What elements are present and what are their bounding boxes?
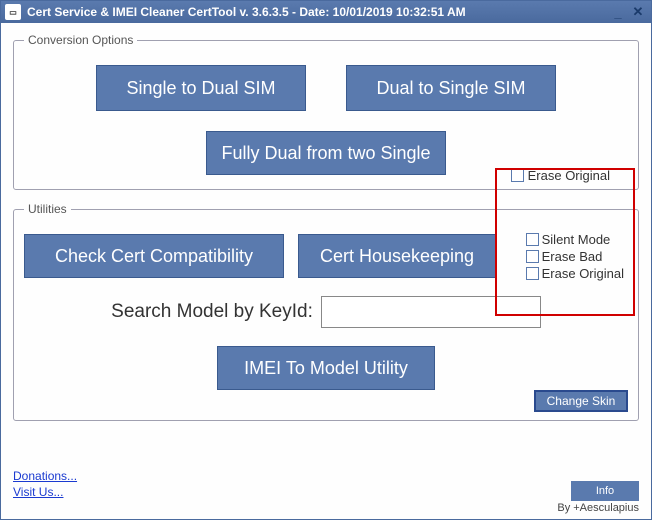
footer: Donations... Visit Us... Info By +Aescul… (13, 469, 639, 513)
imei-to-model-button[interactable]: IMEI To Model Utility (217, 346, 435, 390)
utilities-group: Utilities Check Cert Compatibility Cert … (13, 202, 639, 421)
utilities-checkbox-column: Silent Mode Erase Bad Erase Original (526, 232, 624, 281)
close-button[interactable]: ✕ (629, 4, 647, 20)
cert-housekeeping-button[interactable]: Cert Housekeeping (298, 234, 496, 278)
silent-mode-checkbox[interactable] (526, 233, 539, 246)
donations-link[interactable]: Donations... (13, 469, 639, 483)
content-area: Conversion Options Single to Dual SIM Du… (1, 23, 651, 519)
conversion-group: Conversion Options Single to Dual SIM Du… (13, 33, 639, 190)
minimize-button[interactable]: _ (609, 4, 627, 20)
window-title: Cert Service & IMEI Cleaner CertTool v. … (27, 5, 609, 19)
search-model-label: Search Model by KeyId: (111, 301, 313, 323)
visit-us-link[interactable]: Visit Us... (13, 485, 639, 499)
search-model-input[interactable] (321, 296, 541, 328)
conversion-legend: Conversion Options (24, 33, 137, 47)
info-button[interactable]: Info (571, 481, 639, 501)
silent-mode-label: Silent Mode (542, 232, 611, 247)
erase-original-checkbox[interactable] (526, 267, 539, 280)
erase-original-label: Erase Original (542, 266, 624, 281)
erase-bad-label: Erase Bad (542, 249, 603, 264)
check-cert-compat-button[interactable]: Check Cert Compatibility (24, 234, 284, 278)
utilities-legend: Utilities (24, 202, 71, 216)
erase-bad-checkbox[interactable] (526, 250, 539, 263)
erase-original-top-checkbox[interactable] (511, 169, 524, 182)
app-window: ▭ Cert Service & IMEI Cleaner CertTool v… (0, 0, 652, 520)
credit-label: By +Aesculapius (557, 502, 639, 514)
titlebar[interactable]: ▭ Cert Service & IMEI Cleaner CertTool v… (1, 1, 651, 23)
app-icon: ▭ (5, 4, 21, 20)
single-to-dual-button[interactable]: Single to Dual SIM (96, 65, 306, 111)
change-skin-button[interactable]: Change Skin (534, 390, 628, 412)
dual-to-single-button[interactable]: Dual to Single SIM (346, 65, 556, 111)
fully-dual-button[interactable]: Fully Dual from two Single (206, 131, 446, 175)
erase-original-top-row: Erase Original (511, 168, 610, 183)
erase-original-top-label: Erase Original (528, 168, 610, 183)
